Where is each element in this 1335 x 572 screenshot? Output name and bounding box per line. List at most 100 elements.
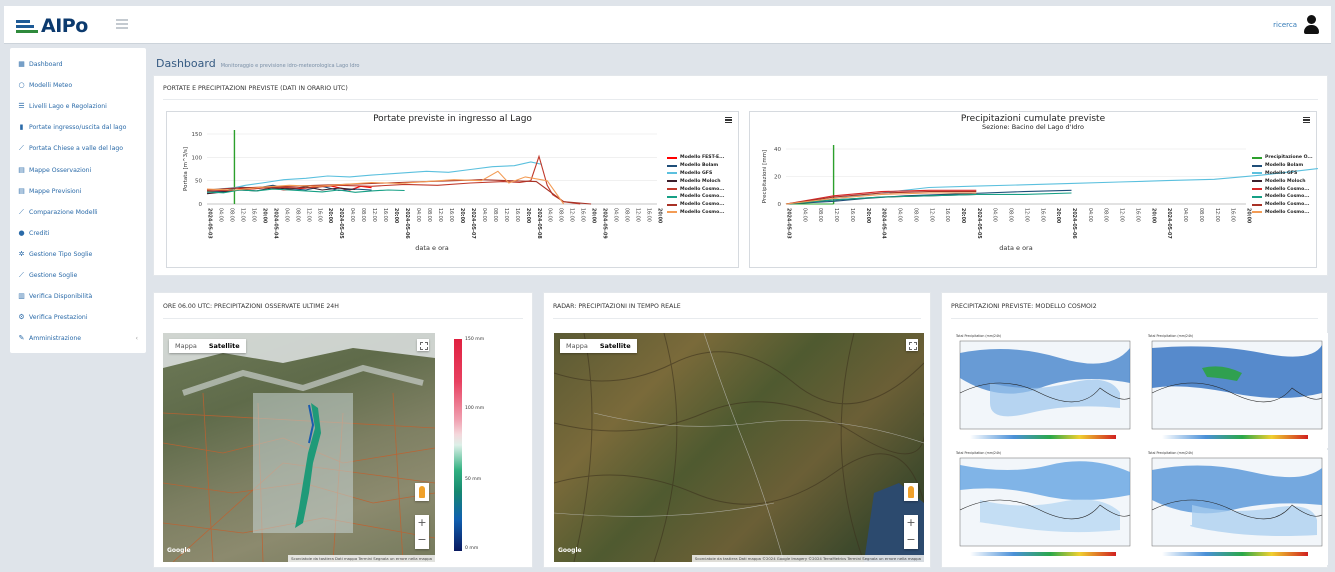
x-tick-label: 20:00 [1246, 208, 1252, 224]
map-type-toggle[interactable]: Mappa Satellite [169, 339, 246, 353]
map-icon: ▤ [18, 186, 25, 195]
legend-item[interactable]: Modello Bolam [1252, 162, 1313, 170]
aipo-logo[interactable]: AIPo [16, 15, 88, 37]
user-name[interactable]: ricerca [1273, 21, 1297, 29]
legend-item[interactable]: Modello GFS [1252, 170, 1313, 178]
forecast-map-day1[interactable]: Total Precipitation (mm/24h) [950, 333, 1136, 448]
x-tick-label: 2024-05-07 [470, 208, 476, 239]
map-type-satellite[interactable]: Satellite [594, 339, 637, 353]
legend-item[interactable]: Modello Cosmo... [1252, 209, 1313, 217]
legend-swatch [667, 203, 677, 206]
zoom-control[interactable]: + − [904, 515, 918, 549]
x-tick-label: 20:00 [865, 208, 871, 224]
sidebar-item-portata-chiese[interactable]: ⟋ Portata Chiese a valle del lago [10, 138, 146, 159]
pegman-icon[interactable] [415, 483, 429, 501]
line-chart-icon: ⟋ [19, 270, 24, 279]
sidebar-item-amministrazione[interactable]: ✎ Amministrazione ‹ [10, 328, 146, 349]
x-tick-label: 20:00 [591, 208, 597, 224]
x-tick-label: 08:00 [360, 208, 366, 222]
x-tick-label: 16:00 [944, 208, 950, 222]
sidebar-toggle-icon[interactable] [116, 19, 128, 29]
map-footer[interactable]: Scorciatoie da tastiera Dati mappa ©2024… [691, 555, 924, 562]
sidebar-item-portate-ingresso[interactable]: ▮ Portate ingresso/uscita dal lago [10, 117, 146, 138]
zoom-out-icon[interactable]: − [415, 532, 429, 549]
legend-label: Modello FEST-E... [680, 155, 725, 161]
legend-label: Modello Cosmo... [1265, 209, 1310, 215]
legend-item[interactable]: Modello Cosmo... [667, 193, 724, 201]
map-type-satellite[interactable]: Satellite [203, 339, 246, 353]
fullscreen-icon[interactable] [417, 339, 429, 351]
pegman-icon[interactable] [904, 483, 918, 501]
x-tick-label: 2024-05-07 [1166, 208, 1172, 239]
forecast-map-day2[interactable]: Total Precipitation (mm/24h) [1142, 333, 1328, 448]
zoom-in-icon[interactable]: + [904, 515, 918, 532]
map-imagery [554, 333, 924, 562]
legend-item[interactable]: Modello Moloch [667, 177, 724, 185]
sidebar-item-gestione-tipo-soglie[interactable]: ✲ Gestione Tipo Soglie [10, 244, 146, 265]
logo-text: AIPo [41, 15, 88, 37]
map-type-toggle[interactable]: Mappa Satellite [560, 339, 637, 353]
legend-swatch [667, 164, 677, 167]
fullscreen-icon[interactable] [906, 339, 918, 351]
sidebar-item-verifica-disponibilita[interactable]: ▥ Verifica Disponibilità [10, 286, 146, 307]
x-tick-label: 08:00 [817, 208, 823, 222]
x-tick-label: 12:00 [503, 208, 509, 222]
legend-item[interactable]: Modello Cosmo... [1252, 193, 1313, 201]
x-tick-label: 2024-05-04 [881, 208, 887, 239]
observed-map[interactable]: Mappa Satellite + − Google Scorciatoie d… [163, 333, 435, 562]
sidebar-item-gestione-soglie[interactable]: ⟋ Gestione Soglie [10, 265, 146, 286]
precipitation-chart: Precipitazioni cumulate previste Sezione… [749, 111, 1318, 268]
zoom-control[interactable]: + − [415, 515, 429, 549]
x-tick-label: 16:00 [1039, 208, 1045, 222]
legend-item[interactable]: Modello Cosmo... [1252, 185, 1313, 193]
sidebar-item-livelli-lago[interactable]: ☰ Livelli Lago e Regolazioni [10, 96, 146, 117]
x-tick-label: 20:00 [393, 208, 399, 224]
discharge-chart-plot: 150 100 50 0 2024-05-03 04:00 08:00 12:00 16:00 2… [183, 130, 663, 252]
zoom-in-icon[interactable]: + [415, 515, 429, 532]
legend-item[interactable]: Modello Cosmo... [667, 209, 724, 217]
user-icon[interactable] [1303, 15, 1319, 35]
sidebar-item-modelli-meteo[interactable]: ○ Modelli Meteo [10, 75, 146, 96]
legend-item[interactable]: Modello Cosmo... [1252, 201, 1313, 209]
panel-title: PORTATE E PRECIPITAZIONI PREVISTE (DATI … [163, 85, 348, 92]
x-tick-label: 04:00 [283, 208, 289, 222]
sidebar-item-crediti[interactable]: ● Crediti [10, 223, 146, 244]
sidebar-item-mappe-previsioni[interactable]: ▤ Mappe Previsioni [10, 181, 146, 202]
legend-item[interactable]: Modello Moloch [1252, 177, 1313, 185]
legend-item[interactable]: Modello Cosmo... [667, 201, 724, 209]
legend-item[interactable]: Precipitazione O... [1252, 154, 1313, 162]
legend-label: Modello Bolam [680, 163, 719, 169]
x-tick-label: 04:00 [897, 208, 903, 222]
sidebar-item-label: Portate ingresso/uscita dal lago [29, 124, 127, 132]
forecast-map-day4[interactable]: Total Precipitation (mm/24h) [1142, 450, 1328, 565]
google-logo: Google [167, 547, 191, 554]
x-tick-label: 20:00 [327, 208, 333, 224]
sidebar-item-label: Dashboard [29, 61, 63, 69]
legend-item[interactable]: Modello Cosmo... [667, 185, 724, 193]
sidebar-item-label: Verifica Prestazioni [29, 314, 88, 322]
map-footer[interactable]: Scorciatoie da tastiera Dati mappa Termi… [288, 555, 435, 562]
forecast-map-day3[interactable]: Total Precipitation (mm/24h) [950, 450, 1136, 565]
sidebar-item-verifica-prestazioni[interactable]: ⚙ Verifica Prestazioni [10, 307, 146, 328]
legend-item[interactable]: Modello Bolam [667, 162, 724, 170]
user-menu[interactable]: ricerca [1273, 15, 1319, 35]
legend-swatch [1252, 211, 1262, 214]
legend-item[interactable]: Modello FEST-E... [667, 154, 724, 162]
legend-swatch [667, 211, 677, 214]
sidebar-item-mappe-osservazioni[interactable]: ▤ Mappe Osservazioni [10, 159, 146, 180]
radar-map[interactable]: Mappa Satellite + − Google Scorciatoie d… [554, 333, 924, 562]
legend-item[interactable]: Modello GFS [667, 170, 724, 178]
sidebar-item-dashboard[interactable]: ▦ Dashboard [10, 54, 146, 75]
x-tick-label: 20:00 [459, 208, 465, 224]
y-tick-label: 50 [195, 179, 202, 185]
sidebar-item-comparazione-modelli[interactable]: ⟋ Comparazione Modelli [10, 202, 146, 223]
line-chart-icon: ⟋ [19, 144, 24, 153]
map-type-mappa[interactable]: Mappa [560, 339, 594, 353]
x-tick-label: 08:00 [426, 208, 432, 222]
zoom-out-icon[interactable]: − [904, 532, 918, 549]
legend-swatch [667, 156, 677, 159]
map-type-mappa[interactable]: Mappa [169, 339, 203, 353]
x-tick-label: 04:00 [992, 208, 998, 222]
y-axis-label: Precipitazioni [mm] [762, 150, 768, 203]
x-tick-label: 08:00 [1103, 208, 1109, 222]
